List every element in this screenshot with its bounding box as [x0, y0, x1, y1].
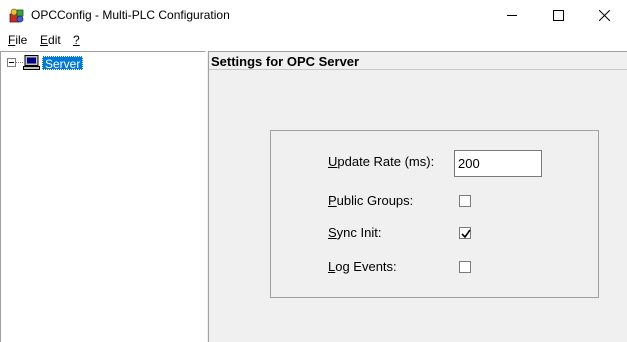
close-icon: [599, 10, 610, 21]
sync-init-checkbox[interactable]: [459, 227, 471, 239]
update-rate-input[interactable]: [454, 150, 542, 177]
sync-init-label-text: ync Init:: [336, 225, 382, 240]
menu-edit-mnemonic: E: [40, 33, 49, 47]
checkmark-icon: [461, 229, 471, 239]
tree-panel[interactable]: Server: [0, 51, 206, 342]
public-groups-checkbox[interactable]: [459, 195, 471, 207]
menu-edit-label: dit: [48, 33, 61, 47]
app-icon[interactable]: [9, 8, 24, 23]
menu-help[interactable]: ?: [73, 33, 80, 48]
menu-edit[interactable]: Edit: [40, 33, 61, 48]
window-title: OPCConfig - Multi-PLC Configuration: [31, 8, 230, 22]
sync-init-label: Sync Init:: [328, 225, 381, 241]
update-rate-label: Update Rate (ms):: [328, 154, 434, 170]
minimize-button[interactable]: [489, 0, 535, 31]
menu-file[interactable]: File: [8, 33, 27, 48]
update-rate-mnemonic: U: [328, 154, 338, 169]
log-events-label-text: og Events:: [335, 259, 397, 274]
sync-init-mnemonic: S: [328, 225, 337, 240]
settings-pane: Settings for OPC Server Update Rate (ms)…: [209, 51, 627, 342]
settings-title: Settings for OPC Server: [211, 54, 360, 69]
tree-node-server[interactable]: Server: [42, 56, 84, 71]
maximize-icon: [553, 10, 564, 21]
log-events-label: Log Events:: [328, 259, 397, 275]
settings-group-box: Update Rate (ms): Public Groups: Sync In…: [270, 130, 599, 298]
tree-collapse-toggle[interactable]: [7, 58, 16, 67]
menu-bar: File Edit ?: [0, 31, 627, 50]
menu-file-label: ile: [15, 33, 28, 47]
public-groups-label: Public Groups:: [328, 193, 413, 209]
computer-icon[interactable]: [23, 55, 40, 70]
update-rate-label-text: pdate Rate (ms):: [337, 154, 435, 169]
maximize-button[interactable]: [535, 0, 581, 31]
public-groups-label-text: ublic Groups:: [336, 193, 414, 208]
log-events-checkbox[interactable]: [459, 261, 471, 273]
minimize-icon: [507, 15, 517, 16]
tree-connector: [16, 62, 23, 63]
public-groups-mnemonic: P: [328, 193, 337, 208]
menu-help-mnemonic: ?: [73, 33, 80, 47]
title-bar[interactable]: OPCConfig - Multi-PLC Configuration: [0, 0, 627, 31]
settings-header: Settings for OPC Server: [209, 52, 627, 70]
close-button[interactable]: [581, 0, 627, 31]
